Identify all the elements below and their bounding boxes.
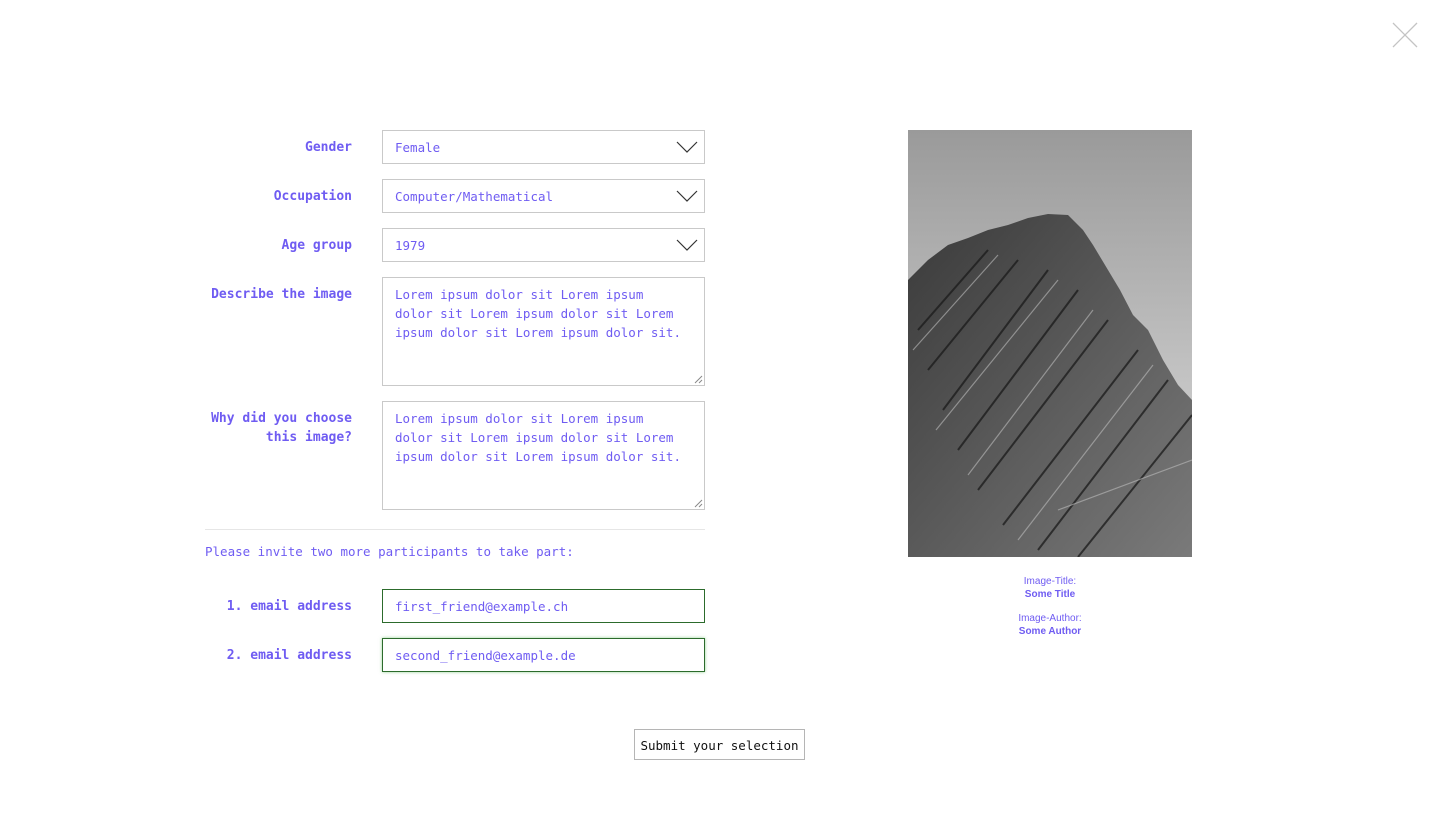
close-button[interactable] [1390, 20, 1420, 50]
occupation-select[interactable]: Computer/Mathematical [382, 179, 705, 213]
rock-photo [908, 130, 1192, 557]
divider [205, 529, 705, 530]
image-author-caption: Image-Author: Some Author [908, 612, 1192, 638]
gender-label: Gender [305, 140, 352, 155]
describe-textarea[interactable]: Lorem ipsum dolor sit Lorem ipsum dolor … [382, 277, 705, 386]
why-textarea[interactable]: Lorem ipsum dolor sit Lorem ipsum dolor … [382, 401, 705, 510]
describe-row: Describe the image Lorem ipsum dolor sit… [205, 277, 705, 386]
why-textarea-text: Lorem ipsum dolor sit Lorem ipsum dolor … [395, 411, 681, 464]
submit-button[interactable]: Submit your selection [634, 729, 805, 760]
age-group-select[interactable]: 1979 [382, 228, 705, 262]
image-title-label: Image-Title: [1023, 576, 1077, 587]
email2-value: second_friend@example.de [395, 648, 576, 663]
gender-select[interactable]: Female [382, 130, 705, 164]
invite-text: Please invite two more participants to t… [205, 544, 574, 559]
describe-textarea-text: Lorem ipsum dolor sit Lorem ipsum dolor … [395, 287, 681, 340]
gender-row: Gender Female [205, 130, 705, 164]
age-group-row: Age group 1979 [205, 228, 705, 262]
email2-field[interactable]: second_friend@example.de [382, 638, 705, 672]
email1-row: 1. email address first_friend@example.ch [205, 589, 705, 623]
image-author-label: Image-Author: [1018, 613, 1082, 624]
why-row: Why did you choose this image? Lorem ips… [205, 401, 705, 510]
email2-label: 2. email address [226, 648, 352, 663]
age-group-select-value: 1979 [395, 238, 426, 253]
email1-field[interactable]: first_friend@example.ch [382, 589, 705, 623]
chevron-down-icon [676, 190, 698, 202]
why-label-line1: Why did you choose [211, 411, 352, 426]
close-icon [1392, 22, 1418, 48]
resize-grip-icon[interactable] [694, 499, 703, 508]
image-title-value: Some Title [1024, 589, 1076, 600]
chevron-down-icon [676, 141, 698, 153]
occupation-select-value: Computer/Mathematical [395, 189, 554, 204]
chevron-down-icon [676, 239, 698, 251]
email1-label: 1. email address [226, 599, 352, 614]
describe-label: Describe the image [211, 287, 352, 302]
email1-value: first_friend@example.ch [395, 599, 569, 614]
selected-image [908, 130, 1192, 557]
occupation-label: Occupation [273, 189, 352, 204]
why-label-line2: this image? [265, 430, 352, 445]
image-author-value: Some Author [1018, 626, 1082, 637]
gender-select-value: Female [395, 140, 441, 155]
email2-row: 2. email address second_friend@example.d… [205, 638, 705, 672]
image-title-caption: Image-Title: Some Title [908, 575, 1192, 601]
resize-grip-icon[interactable] [694, 375, 703, 384]
why-label: Why did you choose this image? [205, 409, 352, 447]
occupation-row: Occupation Computer/Mathematical [205, 179, 705, 213]
age-group-label: Age group [281, 238, 352, 253]
